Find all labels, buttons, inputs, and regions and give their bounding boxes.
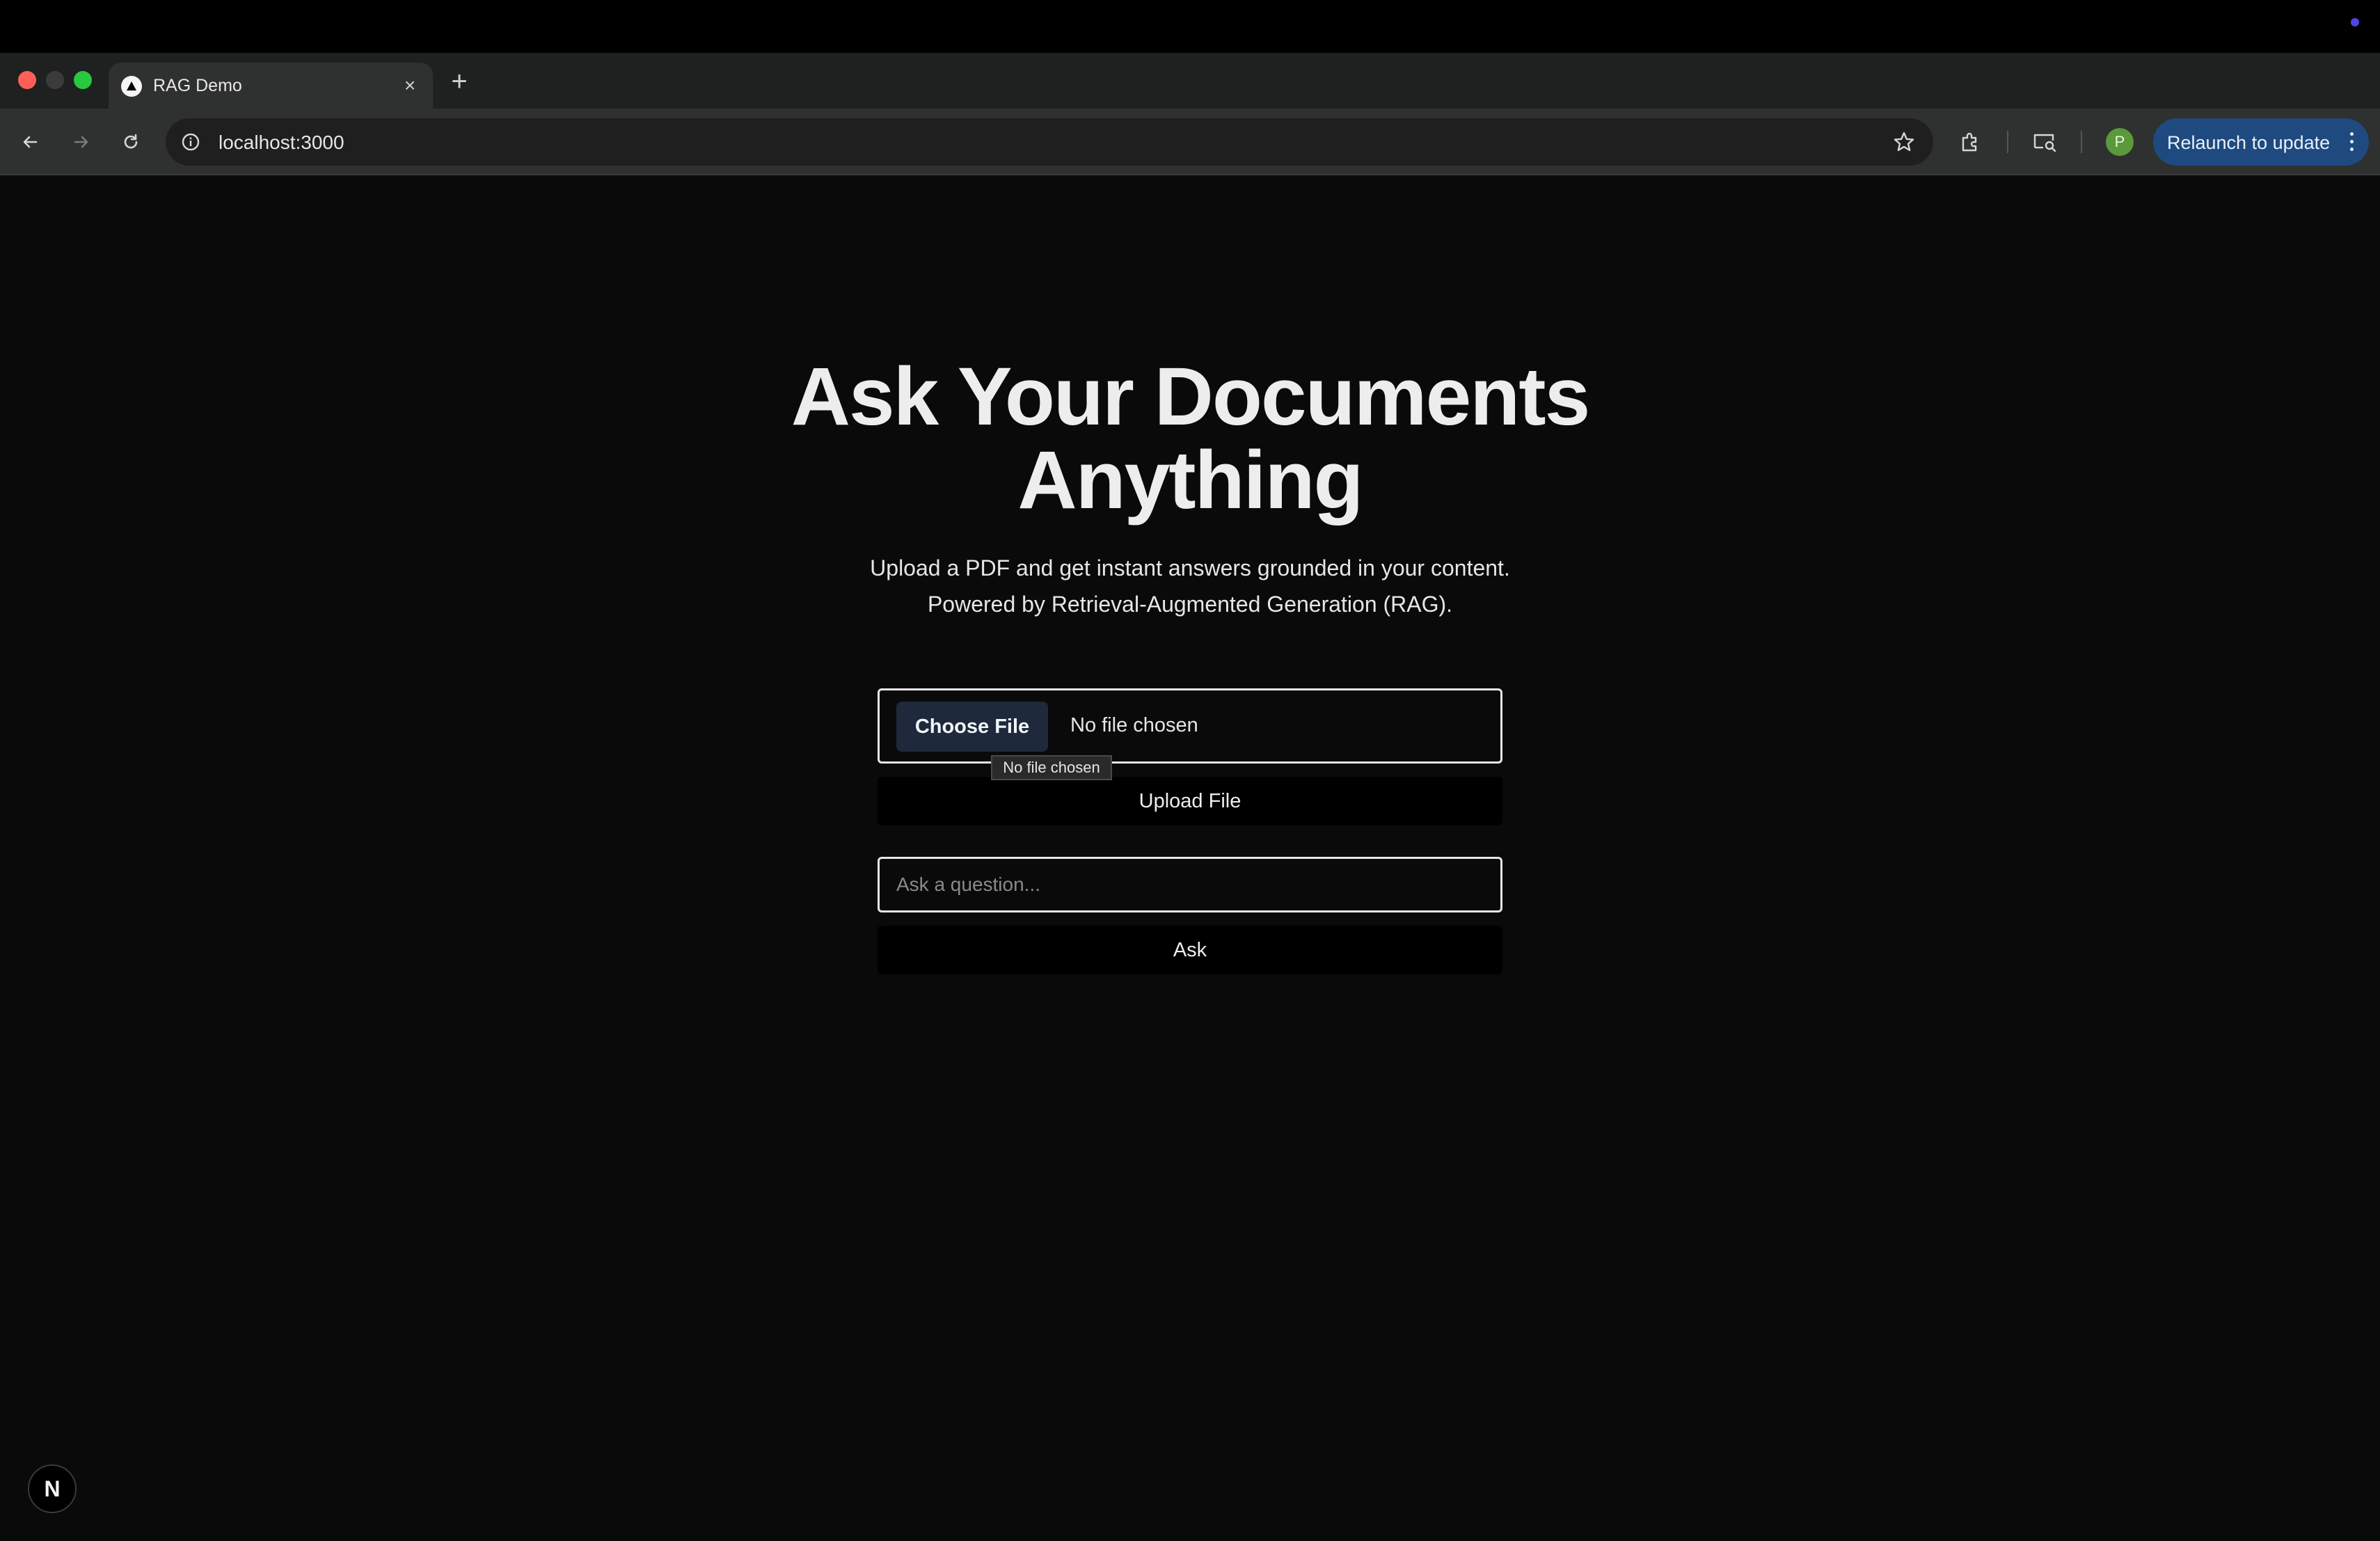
subtitle-line-2: Powered by Retrieval-Augmented Generatio… <box>927 592 1453 617</box>
nextjs-dev-badge[interactable]: N <box>28 1464 77 1513</box>
extensions-icon[interactable] <box>1957 128 1985 156</box>
site-info-icon[interactable] <box>180 131 202 153</box>
address-bar[interactable]: localhost:3000 <box>166 118 1933 166</box>
close-tab-icon[interactable]: × <box>399 75 420 96</box>
toolbar-divider <box>2081 131 2082 153</box>
browser-toolbar: localhost:3000 P Relaunch to update <box>0 109 2380 175</box>
reload-button[interactable] <box>116 127 146 157</box>
cast-search-icon[interactable] <box>2031 128 2058 156</box>
title-line-1: Ask Your Documents <box>791 351 1590 443</box>
file-input-tooltip: No file chosen <box>991 755 1112 780</box>
upload-file-button[interactable]: Upload File <box>878 777 1502 825</box>
more-vertical-icon[interactable] <box>2347 131 2356 153</box>
title-line-2: Anything <box>1017 434 1363 526</box>
tab-rag-demo[interactable]: RAG Demo × <box>109 63 433 109</box>
relaunch-button[interactable]: Relaunch to update <box>2153 118 2369 166</box>
file-status-text: No file chosen <box>1070 714 1198 736</box>
page-subtitle: Upload a PDF and get instant answers gro… <box>0 550 2380 622</box>
back-button[interactable] <box>15 127 46 157</box>
ask-button[interactable]: Ask <box>878 926 1502 974</box>
choose-file-button[interactable]: Choose File <box>896 702 1048 752</box>
bookmark-star-icon[interactable] <box>1891 129 1917 155</box>
forward-button[interactable] <box>65 127 96 157</box>
subtitle-line-1: Upload a PDF and get instant answers gro… <box>870 555 1510 580</box>
reload-icon <box>124 134 138 149</box>
toolbar-divider <box>2007 131 2008 153</box>
maximize-window-button[interactable] <box>74 71 92 89</box>
relaunch-label: Relaunch to update <box>2167 132 2331 153</box>
question-input[interactable] <box>878 857 1502 912</box>
page-title: Ask Your Documents Anything <box>0 355 2380 522</box>
status-dot <box>2351 18 2359 26</box>
arrow-right-icon <box>74 136 88 148</box>
profile-avatar[interactable]: P <box>2106 128 2134 156</box>
system-top-bar <box>0 0 2380 53</box>
triangle-logo-icon <box>121 76 142 97</box>
url-text: localhost:3000 <box>219 132 344 153</box>
minimize-window-button[interactable] <box>46 71 64 89</box>
arrow-left-icon <box>23 136 38 148</box>
tab-title: RAG Demo <box>153 76 242 95</box>
new-tab-button[interactable]: + <box>447 68 472 95</box>
tab-strip: RAG Demo × + <box>0 53 2380 109</box>
file-input[interactable]: Choose File No file chosen <box>878 688 1502 764</box>
close-window-button[interactable] <box>18 71 36 89</box>
